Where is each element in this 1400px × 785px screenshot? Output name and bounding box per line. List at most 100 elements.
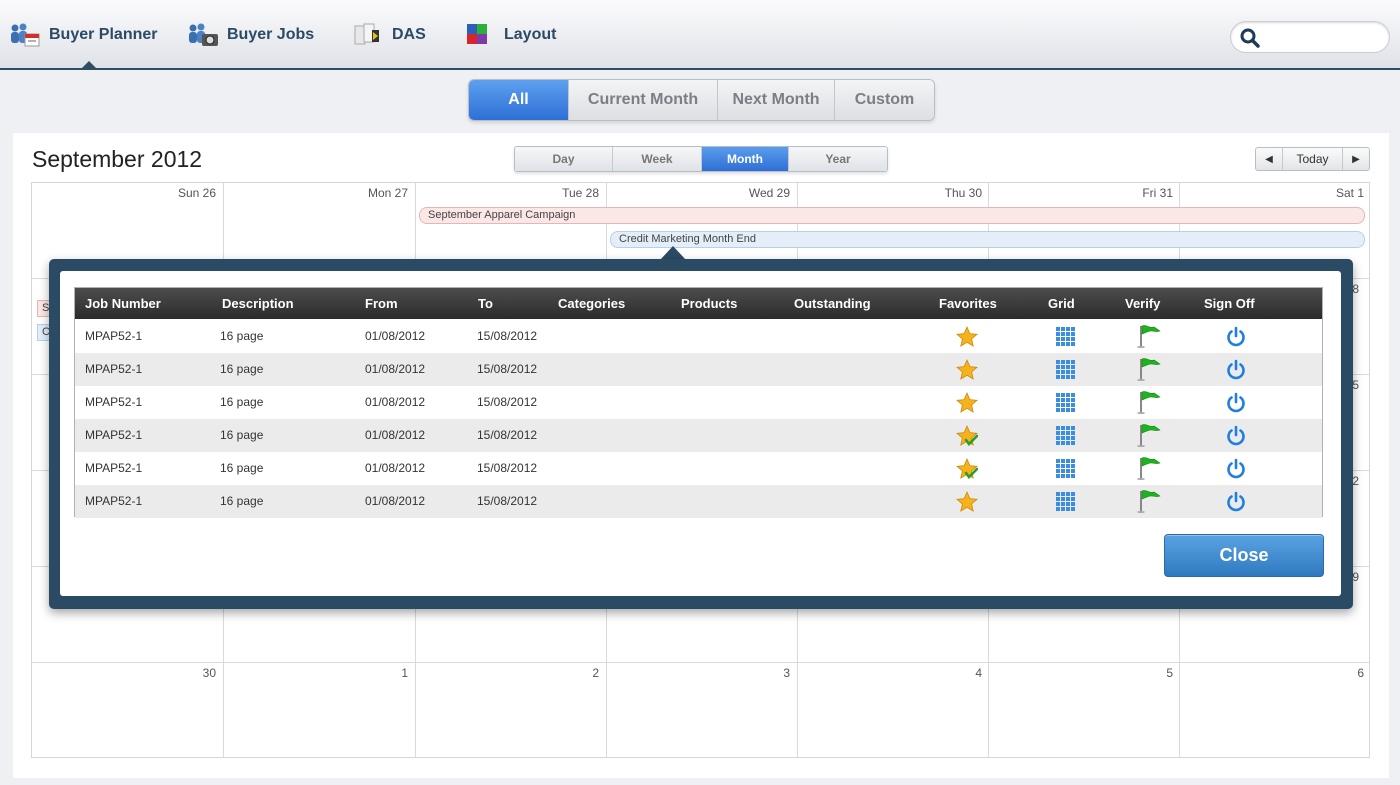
star-icon[interactable] [956,392,978,414]
day-header-mon: Mon 27 [367,186,408,200]
to-date-cell: 15/08/2012 [477,461,538,475]
star-icon[interactable] [956,491,978,513]
description-cell: 16 page [220,461,264,475]
green-flag-icon[interactable] [1136,456,1162,480]
job-number-cell: MPAP52-1 [85,428,143,442]
color-squares-icon [464,22,496,48]
to-date-cell: 15/08/2012 [477,329,538,343]
from-date-cell: 01/08/2012 [365,362,426,376]
period-current-month-button[interactable]: Current Month [569,80,718,120]
column-header-description[interactable]: Description [222,288,294,319]
star-check-icon[interactable] [956,458,979,480]
day-number: 6 [1357,666,1364,680]
jobs-table-header: Job Number Description From To Categorie… [75,288,1322,319]
power-icon[interactable] [1225,491,1247,513]
power-icon[interactable] [1225,326,1247,348]
search-box[interactable] [1230,21,1390,53]
calendar-view-switcher: Day Week Month Year [514,146,888,172]
description-cell: 16 page [220,494,264,508]
column-header-to[interactable]: To [478,288,493,319]
event-september-apparel-campaign[interactable]: September Apparel Campaign [419,207,1365,224]
column-header-categories[interactable]: Categories [558,288,625,319]
view-month-button[interactable]: Month [702,147,789,171]
event-credit-marketing-month-end[interactable]: Credit Marketing Month End [610,231,1365,248]
job-number-cell: MPAP52-1 [85,395,143,409]
job-number-cell: MPAP52-1 [85,494,143,508]
view-day-button[interactable]: Day [515,147,613,171]
nav-item-buyer-jobs[interactable]: Buyer Jobs [187,20,314,50]
nav-item-das[interactable]: DAS [352,20,426,50]
document-scanner-icon [352,22,384,48]
nav-label: Buyer Jobs [227,26,315,43]
today-button[interactable]: Today [1282,148,1343,170]
calendar-navigator: ◀ Today ▶ [1255,147,1370,171]
column-header-verify[interactable]: Verify [1125,288,1160,319]
search-input[interactable] [1265,27,1383,47]
grid-icon[interactable] [1055,425,1077,447]
green-flag-icon[interactable] [1136,324,1162,348]
day-number: 5 [1166,666,1173,680]
nav-item-buyer-planner[interactable]: Buyer Planner [9,20,157,50]
grid-icon[interactable] [1055,326,1077,348]
day-header-sat: Sat 1 [1335,186,1364,200]
column-header-from[interactable]: From [365,288,398,319]
to-date-cell: 15/08/2012 [477,494,538,508]
day-header-sun: Sun 26 [177,186,216,200]
green-flag-icon[interactable] [1136,357,1162,381]
power-icon[interactable] [1225,425,1247,447]
grid-divider [32,662,1369,663]
period-next-month-button[interactable]: Next Month [718,80,835,120]
from-date-cell: 01/08/2012 [365,494,426,508]
day-number: 3 [783,666,790,680]
nav-label: DAS [392,26,426,43]
period-custom-button[interactable]: Custom [835,80,934,120]
jobs-table: Job Number Description From To Categorie… [74,287,1323,518]
star-icon[interactable] [956,326,978,348]
table-row[interactable]: MPAP52-1 16 page 01/08/2012 15/08/2012 [75,386,1322,419]
to-date-cell: 15/08/2012 [477,362,538,376]
grid-icon[interactable] [1055,491,1077,513]
green-flag-icon[interactable] [1136,489,1162,513]
to-date-cell: 15/08/2012 [477,428,538,442]
table-row[interactable]: MPAP52-1 16 page 01/08/2012 15/08/2012 [75,353,1322,386]
nav-item-layout[interactable]: Layout [464,20,556,50]
power-icon[interactable] [1225,458,1247,480]
next-arrow-icon[interactable]: ▶ [1343,148,1369,170]
column-header-grid[interactable]: Grid [1048,288,1075,319]
description-cell: 16 page [220,329,264,343]
column-header-outstanding[interactable]: Outstanding [794,288,871,319]
column-header-job-number[interactable]: Job Number [85,288,161,319]
column-header-products[interactable]: Products [681,288,737,319]
calendar-title: September 2012 [32,146,203,172]
grid-icon[interactable] [1055,359,1077,381]
from-date-cell: 01/08/2012 [365,428,426,442]
table-row[interactable]: MPAP52-1 16 page 01/08/2012 15/08/2012 [75,485,1322,518]
grid-icon[interactable] [1055,458,1077,480]
green-flag-icon[interactable] [1136,390,1162,414]
star-check-icon[interactable] [956,425,979,447]
period-filter: All Current Month Next Month Custom [468,79,935,121]
table-row[interactable]: MPAP52-1 16 page 01/08/2012 15/08/2012 [75,452,1322,485]
green-flag-icon[interactable] [1136,423,1162,447]
to-date-cell: 15/08/2012 [477,395,538,409]
grid-icon[interactable] [1055,392,1077,414]
power-icon[interactable] [1225,392,1247,414]
people-camera-icon [187,22,219,48]
previous-arrow-icon[interactable]: ◀ [1256,148,1282,170]
day-header-tue: Tue 28 [562,186,599,200]
close-button[interactable]: Close [1164,534,1324,577]
period-all-button[interactable]: All [469,80,569,120]
view-week-button[interactable]: Week [613,147,702,171]
column-header-favorites[interactable]: Favorites [939,288,997,319]
description-cell: 16 page [220,428,264,442]
day-number: 4 [975,666,982,680]
table-row[interactable]: MPAP52-1 16 page 01/08/2012 15/08/2012 [75,419,1322,452]
view-year-button[interactable]: Year [789,147,887,171]
power-icon[interactable] [1225,359,1247,381]
people-calendar-icon [9,22,41,48]
table-row[interactable]: MPAP52-1 16 page 01/08/2012 15/08/2012 [75,320,1322,353]
star-icon[interactable] [956,359,978,381]
nav-label: Layout [504,26,557,43]
nav-label: Buyer Planner [49,26,158,43]
column-header-sign-off[interactable]: Sign Off [1204,288,1255,319]
